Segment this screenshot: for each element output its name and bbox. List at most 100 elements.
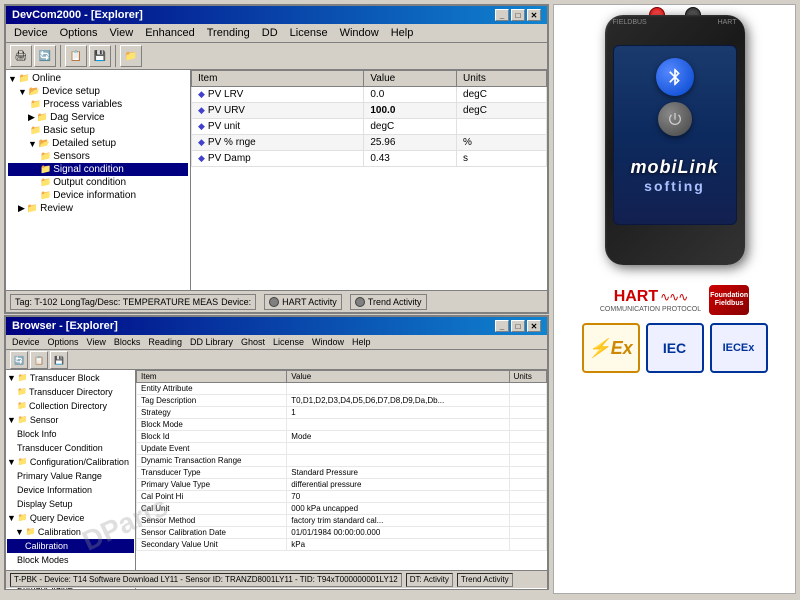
toolbar-b-btn-2[interactable]: 📋 — [30, 351, 48, 369]
table-row[interactable]: Sensor Calibration Date 01/01/1984 00:00… — [137, 527, 547, 539]
table-row[interactable]: ◆PV % rnge 25.96 % — [192, 135, 547, 151]
brand-name-mobilink: mobiLink — [614, 157, 736, 178]
toolbar-btn-2[interactable]: 🔄 — [34, 45, 56, 67]
folder-icon-devinfo: 📁 — [40, 190, 51, 201]
tree-device-info[interactable]: 📁 Device information — [8, 189, 188, 202]
tree-b-dispsetup[interactable]: Display Setup — [7, 497, 134, 511]
menu-b-ddlibrary[interactable]: DD Library — [186, 336, 237, 348]
menu-dd[interactable]: DD — [256, 25, 284, 41]
power-button[interactable] — [658, 102, 692, 136]
b-row-units-7 — [509, 467, 546, 479]
table-row[interactable]: ◆PV Damp 0.43 s — [192, 151, 547, 167]
devcom-window: DevCom2000 - [Explorer] _ □ ✕ Device Opt… — [4, 4, 549, 314]
tree-b-config-cal[interactable]: ▼ 📁 Configuration/Calibration — [7, 455, 134, 469]
table-row[interactable]: Primary Value Type differential pressure — [137, 479, 547, 491]
menu-options[interactable]: Options — [54, 25, 104, 41]
toolbar-btn-3[interactable]: 📋 — [65, 45, 87, 67]
maximize-button-top[interactable]: □ — [511, 9, 525, 21]
tree-basic-setup[interactable]: 📁 Basic setup — [8, 124, 188, 137]
b-row-item-15: Cal Unit — [137, 503, 287, 515]
table-row[interactable]: Dynamic Transaction Range — [137, 455, 547, 467]
close-button-bottom[interactable]: ✕ — [527, 320, 541, 332]
col-b-header-item: Item — [137, 371, 287, 383]
tree-sensors[interactable]: 📁 Sensors — [8, 150, 188, 163]
fieldbus-text: FoundationFieldbus — [710, 292, 748, 307]
tree-label-calsel: Calibration — [25, 539, 68, 553]
toolbar-btn-1[interactable]: 🖨 — [10, 45, 32, 67]
menu-b-help[interactable]: Help — [348, 336, 375, 348]
window-content-top: ▼ 📁 Online ▼ 📂 Device setup 📁 Process va… — [6, 70, 547, 302]
table-row[interactable]: Update Event — [137, 443, 547, 455]
table-row[interactable]: Block Mode — [137, 419, 547, 431]
minimize-button-top[interactable]: _ — [495, 9, 509, 21]
menu-b-view[interactable]: View — [83, 336, 110, 348]
folder-icon-signal: 📁 — [40, 164, 51, 175]
trend-activity-label: Trend Activity — [368, 297, 422, 307]
folder-colldir: 📁 — [17, 399, 27, 413]
table-row[interactable]: Cal Point Hi 70 — [137, 491, 547, 503]
table-row[interactable]: Tag Description T0,D1,D2,D3,D4,D5,D6,D7,… — [137, 395, 547, 407]
tree-b-coll-dir[interactable]: 📁 Collection Directory — [7, 399, 134, 413]
menu-b-blocks[interactable]: Blocks — [110, 336, 145, 348]
maximize-button-bottom[interactable]: □ — [511, 320, 525, 332]
table-row[interactable]: Secondary Value Unit kPa — [137, 539, 547, 551]
menu-b-window[interactable]: Window — [308, 336, 348, 348]
tree-label-pvrange: Primary Value Range — [17, 469, 102, 483]
table-row[interactable]: Sensor Method factory trim standard cal.… — [137, 515, 547, 527]
b-row-units-17 — [509, 515, 546, 527]
menu-enhanced[interactable]: Enhanced — [139, 25, 201, 41]
table-row[interactable]: Cal Unit 000 kPa uncapped — [137, 503, 547, 515]
b-row-val-23: kPa — [287, 539, 509, 551]
menu-device[interactable]: Device — [8, 25, 54, 41]
menu-help[interactable]: Help — [385, 25, 420, 41]
tree-device-setup[interactable]: ▼ 📂 Device setup — [8, 85, 188, 98]
menu-b-options[interactable]: Options — [44, 336, 83, 348]
b-row-units-0 — [509, 383, 546, 395]
menu-b-reading[interactable]: Reading — [144, 336, 186, 348]
tree-b-transducer[interactable]: ▼ 📁 Transducer Block — [7, 371, 134, 385]
tree-output-condition[interactable]: 📁 Output condition — [8, 176, 188, 189]
menu-trending[interactable]: Trending — [201, 25, 256, 41]
close-button-top[interactable]: ✕ — [527, 9, 541, 21]
table-row[interactable]: ◆PV URV 100.0 degC — [192, 103, 547, 119]
menu-window[interactable]: Window — [334, 25, 385, 41]
tree-review[interactable]: ▶ 📁 Review — [8, 202, 188, 215]
tree-b-calibration-selected[interactable]: Calibration — [7, 539, 134, 553]
col-b-header-value: Value — [287, 371, 509, 383]
tree-b-blockinfo[interactable]: Block Info — [7, 427, 134, 441]
table-row[interactable]: Block Id Mode — [137, 431, 547, 443]
tree-diag-service[interactable]: ▶ 📁 Dag Service — [8, 111, 188, 124]
folder-sensor: 📁 — [18, 413, 28, 427]
tree-signal-condition[interactable]: 📁 Signal condition — [8, 163, 188, 176]
table-row[interactable]: Strategy 1 — [137, 407, 547, 419]
tree-b-devinfo2[interactable]: Device Information — [7, 483, 134, 497]
menu-view[interactable]: View — [104, 25, 140, 41]
tree-b-querydevice[interactable]: ▼ 📁 Query Device — [7, 511, 134, 525]
bluetooth-button[interactable] — [656, 58, 694, 96]
menu-b-ghost[interactable]: Ghost — [237, 336, 269, 348]
toolbar-b-btn-3[interactable]: 💾 — [50, 351, 68, 369]
hart-indicator — [269, 297, 279, 307]
menu-b-license[interactable]: License — [269, 336, 308, 348]
tree-b-sensor[interactable]: ▼ 📁 Sensor — [7, 413, 134, 427]
tree-detailed-setup[interactable]: ▼ 📂 Detailed setup — [8, 137, 188, 150]
tree-online[interactable]: ▼ 📁 Online — [8, 72, 188, 85]
tree-b-blockmodes[interactable]: Block Modes — [7, 553, 134, 567]
table-row[interactable]: Entity Attribute — [137, 383, 547, 395]
toolbar-btn-4[interactable]: 💾 — [89, 45, 111, 67]
tree-b-calibration[interactable]: ▼ 📁 Calibration — [7, 525, 134, 539]
tree-process-variables[interactable]: 📁 Process variables — [8, 98, 188, 111]
table-row[interactable]: Transducer Type Standard Pressure — [137, 467, 547, 479]
right-panel: FIELDBUS HART mobiLink — [553, 4, 796, 594]
toolbar-b-btn-1[interactable]: 🔄 — [10, 351, 28, 369]
tree-b-pvrange[interactable]: Primary Value Range — [7, 469, 134, 483]
tree-b-trans-dir[interactable]: 📁 Transducer Directory — [7, 385, 134, 399]
logos-area: HART ∿∿∿ COMMUNICATION PROTOCOL Foundati… — [564, 285, 785, 373]
tree-b-trans-cond[interactable]: Transducer Condition — [7, 441, 134, 455]
minimize-button-bottom[interactable]: _ — [495, 320, 509, 332]
table-row[interactable]: ◆PV unit degC — [192, 119, 547, 135]
menu-license[interactable]: License — [284, 25, 334, 41]
menu-b-device[interactable]: Device — [8, 336, 44, 348]
toolbar-btn-5[interactable]: 📁 — [120, 45, 142, 67]
table-row[interactable]: ◆PV LRV 0.0 degC — [192, 87, 547, 103]
